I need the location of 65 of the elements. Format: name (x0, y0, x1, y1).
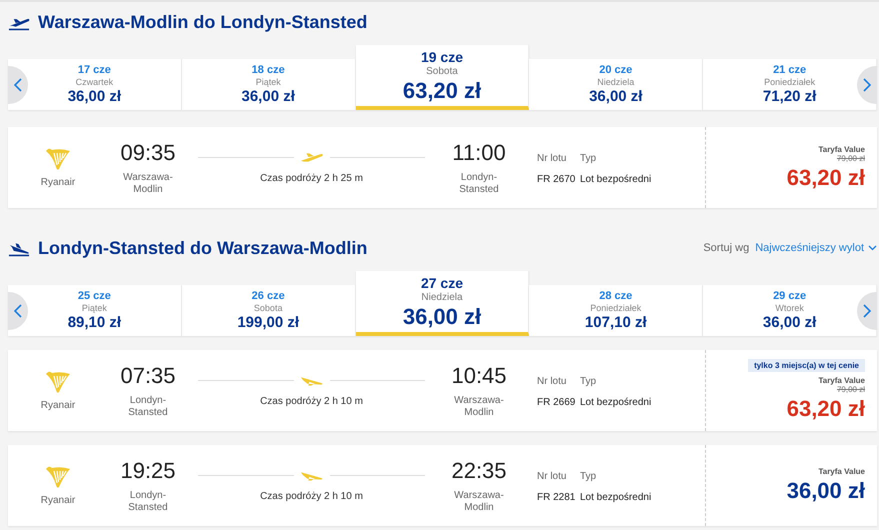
flight-type: Lot bezpośredni (580, 492, 652, 502)
plane-icon (300, 151, 324, 164)
section-title: Londyn-Stansted do Warszawa-Modlin (38, 238, 368, 258)
airline-name: Ryanair (40, 400, 76, 412)
flight-type: Lot bezpośredni (580, 396, 652, 408)
arrival-time: 11:00 (452, 140, 506, 166)
arrival-airport: Warszawa-Modlin (453, 490, 505, 514)
arrival-airport: Warszawa-Modlin (453, 394, 505, 418)
flight-number-label: Nr lotu (537, 152, 568, 164)
flight-price: 63,20 zł (786, 396, 865, 422)
fare-name: Taryfa Value (818, 144, 865, 154)
flight-duration: Czas podróży 2 h 10 m (259, 491, 364, 502)
fare-name: Taryfa Value (818, 467, 865, 476)
arrival-airport: Londyn-Stansted (458, 172, 500, 196)
flight-price: 36,00 zł (786, 478, 865, 504)
date-tab[interactable]: 28 cze Poniedziałek 107,10 zł (529, 285, 704, 336)
flight-number: FR 2670 (537, 174, 576, 184)
old-price: 79,00 zł (836, 385, 865, 394)
chevron-right-icon (863, 78, 871, 92)
fare-name: Taryfa Value (818, 376, 865, 385)
chevron-down-icon (868, 245, 877, 251)
airline-name: Ryanair (40, 494, 76, 506)
flight-card[interactable]: Ryanair 07:35 Londyn-Stansted Czas podróży 2 h 10 m 10:45 Warszawa-Modlin Nr lotu FR 2669 Typ Lot bezpośredni tylko 3 miejsc(a) w tej cenie Taryfa Value 79,00 zł 63,20 zł (8, 350, 877, 431)
departure-airport: Warszawa-Modlin (122, 172, 174, 196)
date-tab[interactable]: 25 cze Piątek 89,10 zł (8, 285, 182, 336)
flight-card[interactable]: Ryanair 19:25 Londyn-Stansted Czas podróży 2 h 10 m 22:35 Warszawa-Modlin Nr lotu FR 2281 Typ Lot bezpośredni Taryfa Value 36,00 zł (8, 445, 877, 526)
flight-type-label: Typ (580, 152, 598, 164)
airline-name: Ryanair (40, 176, 76, 188)
date-tab[interactable]: 29 cze Wtorek 36,00 zł (703, 285, 877, 336)
date-tab[interactable]: 26 cze Sobota 199,00 zł (182, 285, 356, 336)
departure-airport: Londyn-Stansted (127, 394, 169, 418)
flight-type: Lot bezpośredni (580, 174, 652, 184)
chevron-left-icon (14, 78, 22, 92)
date-tab[interactable]: 18 cze Piątek 36,00 zł (182, 59, 356, 110)
harp-logo-icon (43, 464, 73, 490)
section-title: Warszawa-Modlin do Londyn-Stansted (38, 12, 368, 32)
departure-airport: Londyn-Stansted (127, 490, 169, 514)
departure-time: 09:35 (120, 140, 176, 166)
flight-number: FR 2281 (537, 492, 576, 502)
flight-duration: Czas podróży 2 h 25 m (259, 173, 364, 184)
sort-label: Sortuj wg (703, 242, 750, 254)
date-tab[interactable]: 19 cze Sobota 63,20 zł (356, 45, 530, 110)
departure-time: 19:25 (120, 458, 176, 484)
flight-number-label: Nr lotu (537, 376, 568, 386)
flight-price: 63,20 zł (786, 164, 865, 190)
flight-duration: Czas podróży 2 h 10 m (259, 396, 364, 407)
departure-time: 07:35 (120, 362, 176, 388)
date-tab[interactable]: 21 cze Poniedziałek 71,20 zł (703, 59, 877, 110)
harp-logo-icon (43, 370, 73, 396)
flight-card[interactable]: Ryanair 09:35 Warszawa-Modlin Czas podróży 2 h 25 m 11:00 Londyn-Stansted Nr lotu FR 2670 Typ Lot bezpośredni Taryfa Value 79,00 zł 63,20 zł (8, 127, 877, 208)
arrival-time: 22:35 (451, 458, 507, 484)
sort-dropdown[interactable]: Najwcześniejszy wylot (755, 242, 877, 254)
date-tab[interactable]: 17 cze Czwartek 36,00 zł (8, 59, 182, 110)
arrival-time: 10:45 (451, 362, 507, 388)
old-price: 79,00 zł (836, 154, 865, 162)
flight-number: FR 2669 (537, 396, 576, 408)
chevron-left-icon (14, 304, 22, 318)
seats-badge: tylko 3 miejsc(a) w tej cenie (748, 359, 865, 372)
flight-type-label: Typ (580, 376, 598, 386)
chevron-right-icon (863, 304, 871, 318)
date-tab[interactable]: 27 cze Niedziela 36,00 zł (356, 271, 530, 336)
harp-logo-icon (43, 146, 73, 172)
flight-type-label: Typ (580, 470, 598, 482)
flight-number-label: Nr lotu (537, 470, 568, 482)
date-tab[interactable]: 20 cze Niedziela 36,00 zł (529, 59, 704, 110)
